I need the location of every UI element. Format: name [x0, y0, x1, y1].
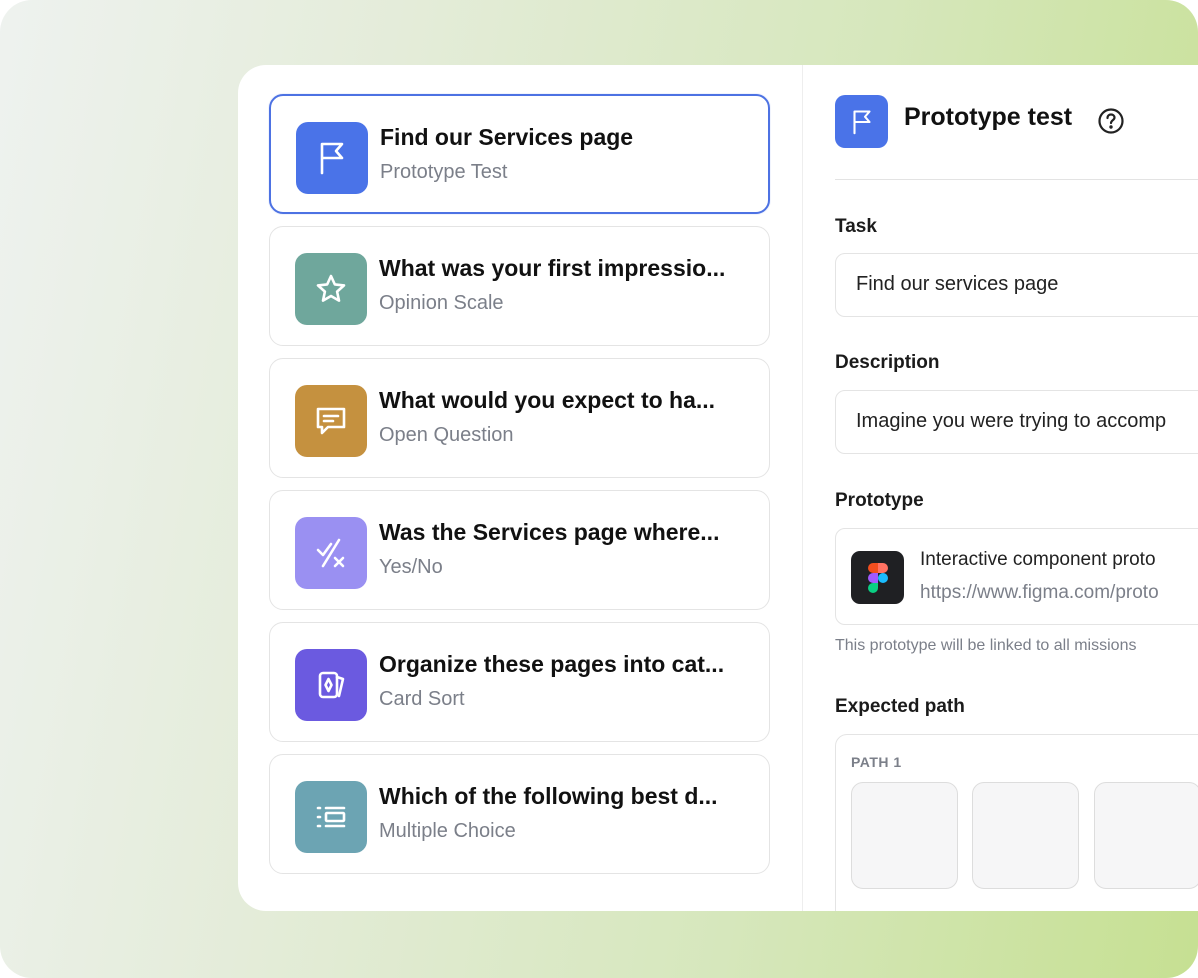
question-title: What would you expect to ha... [379, 387, 716, 413]
check-x-icon [295, 517, 367, 589]
question-item-4[interactable]: Was the Services page where... Yes/No [269, 490, 770, 610]
prototype-hint: This prototype will be linked to all mis… [835, 637, 1137, 654]
question-type: Card Sort [379, 688, 465, 710]
question-item-1[interactable]: Find our Services page Prototype Test [269, 94, 770, 214]
editor-panel: Find our Services page Prototype Test Wh… [238, 65, 1198, 911]
task-field[interactable]: Find our services page [835, 253, 1198, 317]
prototype-name: Interactive component proto [920, 549, 1156, 570]
description-label: Description [835, 352, 940, 373]
path-step-slot[interactable] [972, 782, 1079, 889]
question-item-2[interactable]: What was your first impressio... Opinion… [269, 226, 770, 346]
card-sort-icon [295, 649, 367, 721]
path-label: PATH 1 [851, 754, 902, 770]
question-title: What was your first impressio... [379, 255, 726, 281]
question-type: Open Question [379, 424, 514, 446]
question-type: Yes/No [379, 556, 443, 578]
flag-icon [296, 122, 368, 194]
path-step-slot[interactable] [1094, 782, 1198, 889]
path-step-slot[interactable] [851, 782, 958, 889]
divider [835, 179, 1198, 180]
description-field[interactable]: Imagine you were trying to accomp [835, 390, 1198, 454]
question-title: Was the Services page where... [379, 519, 720, 545]
question-title: Organize these pages into cat... [379, 651, 725, 677]
question-type: Multiple Choice [379, 820, 516, 842]
prototype-url[interactable]: https://www.figma.com/proto [920, 582, 1159, 604]
prototype-link-card[interactable]: Interactive component proto https://www.… [835, 528, 1198, 625]
question-list: Find our Services page Prototype Test Wh… [238, 65, 803, 911]
prototype-label: Prototype [835, 490, 924, 511]
question-item-5[interactable]: Organize these pages into cat... Card So… [269, 622, 770, 742]
list-icon [295, 781, 367, 853]
flag-icon [835, 95, 888, 148]
expected-path-label: Expected path [835, 696, 965, 717]
help-icon[interactable] [1097, 107, 1125, 135]
message-icon [295, 385, 367, 457]
question-title: Find our Services page [380, 124, 634, 150]
question-type: Prototype Test [380, 161, 508, 183]
page-title: Prototype test [904, 103, 1073, 131]
figma-icon [851, 551, 904, 604]
question-title: Which of the following best d... [379, 783, 718, 809]
task-label: Task [835, 216, 877, 237]
question-type: Opinion Scale [379, 292, 504, 314]
star-icon [295, 253, 367, 325]
question-detail-panel: Prototype test Task Find our services pa… [835, 65, 1198, 911]
question-item-3[interactable]: What would you expect to ha... Open Ques… [269, 358, 770, 478]
expected-path-box: PATH 1 [835, 734, 1198, 911]
question-item-6[interactable]: Which of the following best d... Multipl… [269, 754, 770, 874]
